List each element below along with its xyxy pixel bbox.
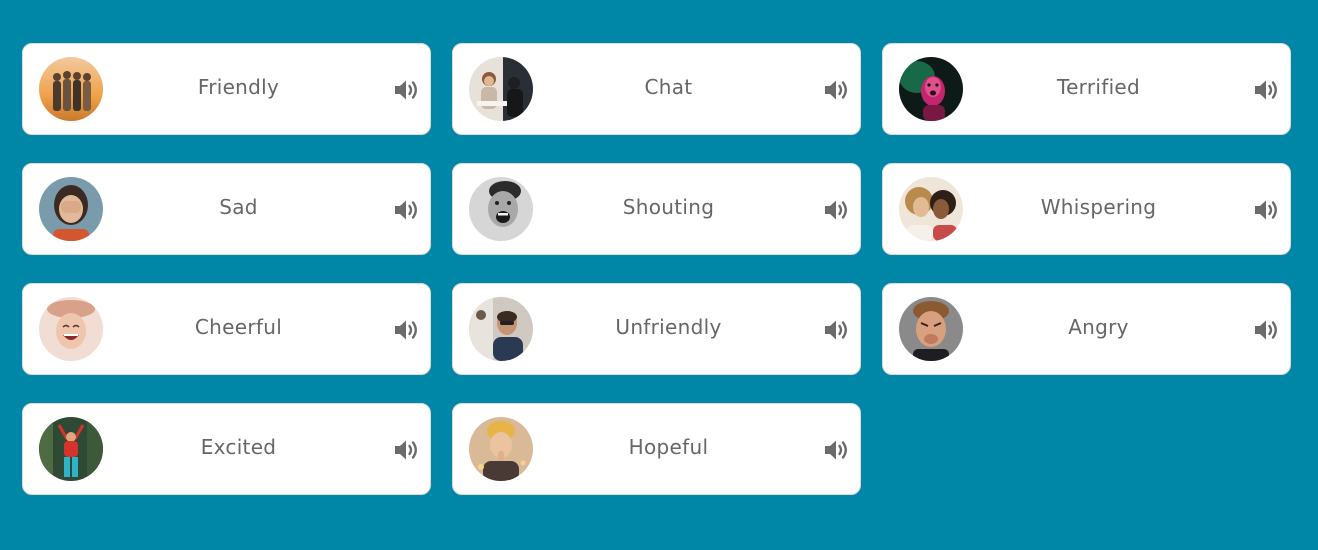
voice-label: Shouting [622,195,715,219]
speaker-icon[interactable] [1252,196,1280,224]
voice-card-sad[interactable]: Sad [22,163,431,255]
whispering-avatar [899,177,963,241]
speaker-icon[interactable] [822,436,850,464]
voice-card-whispering[interactable]: Whispering [882,163,1291,255]
friendly-avatar [39,57,103,121]
voice-card-shouting[interactable]: Shouting [452,163,861,255]
voice-label: Chat [644,75,693,99]
chat-avatar [469,57,533,121]
speaker-icon[interactable] [392,196,420,224]
angry-avatar [899,297,963,361]
speaker-icon[interactable] [392,76,420,104]
hopeful-avatar [469,417,533,481]
voice-label: Sad [219,195,258,219]
speaker-icon[interactable] [392,316,420,344]
speaker-icon[interactable] [822,316,850,344]
speaker-icon[interactable] [1252,316,1280,344]
voice-label: Whispering [1040,195,1157,219]
voice-card-hopeful[interactable]: Hopeful [452,403,861,495]
speaker-icon[interactable] [392,436,420,464]
cheerful-avatar [39,297,103,361]
voice-card-angry[interactable]: Angry [882,283,1291,375]
excited-avatar [39,417,103,481]
voice-label: Friendly [197,75,280,99]
voice-label: Terrified [1056,75,1141,99]
speaker-icon[interactable] [822,196,850,224]
voice-card-friendly[interactable]: Friendly [22,43,431,135]
voice-card-excited[interactable]: Excited [22,403,431,495]
voice-label: Excited [200,435,277,459]
terrified-avatar [899,57,963,121]
voice-card-terrified[interactable]: Terrified [882,43,1291,135]
voice-style-page: Friendly Chat Terrified Sad Shouting Whi… [0,0,1318,550]
sad-avatar [39,177,103,241]
speaker-icon[interactable] [822,76,850,104]
unfriendly-avatar [469,297,533,361]
voice-card-cheerful[interactable]: Cheerful [22,283,431,375]
voice-style-grid: Friendly Chat Terrified Sad Shouting Whi… [22,43,1291,495]
voice-label: Angry [1068,315,1129,339]
speaker-icon[interactable] [1252,76,1280,104]
voice-label: Unfriendly [615,315,722,339]
voice-card-chat[interactable]: Chat [452,43,861,135]
voice-card-unfriendly[interactable]: Unfriendly [452,283,861,375]
voice-label: Hopeful [628,435,709,459]
shouting-avatar [469,177,533,241]
voice-label: Cheerful [194,315,283,339]
